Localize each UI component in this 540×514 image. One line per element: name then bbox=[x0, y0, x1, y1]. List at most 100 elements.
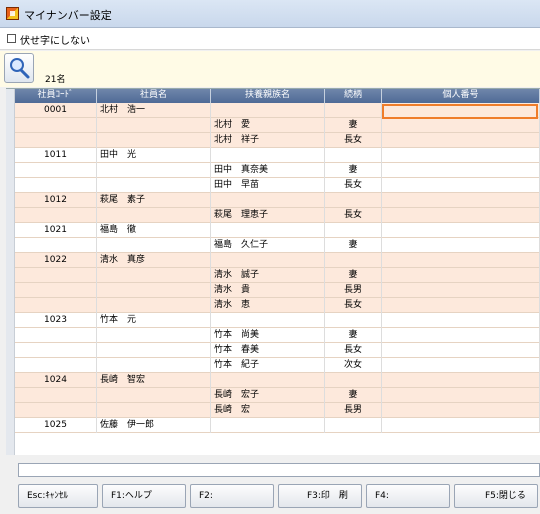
cell-dependent-name: 萩尾 理恵子 bbox=[211, 208, 325, 223]
cell-employee-name bbox=[97, 268, 211, 283]
table-row[interactable]: 1011 田中 光 bbox=[6, 148, 540, 163]
cell-my-number[interactable] bbox=[382, 403, 540, 418]
cell-employee-name: 竹本 元 bbox=[97, 313, 211, 328]
cell-dependent-name bbox=[211, 253, 325, 268]
table-row[interactable]: 竹本 紀子 次女 bbox=[6, 358, 540, 373]
header-employee-code[interactable]: 社員ｺｰﾄﾞ bbox=[15, 89, 97, 103]
cell-my-number[interactable] bbox=[382, 373, 540, 388]
cell-my-number[interactable] bbox=[382, 268, 540, 283]
cell-relation: 長女 bbox=[325, 298, 382, 313]
row-selector-gutter[interactable] bbox=[6, 89, 15, 455]
cell-employee-code bbox=[15, 358, 97, 373]
hide-checkbox[interactable] bbox=[7, 34, 16, 43]
f1-help-button[interactable]: F1:ヘルプ bbox=[102, 484, 186, 508]
table-row[interactable]: 萩尾 理恵子 長女 bbox=[6, 208, 540, 223]
cell-relation: 長男 bbox=[325, 403, 382, 418]
table-row[interactable]: 1025 佐藤 伊一郎 bbox=[6, 418, 540, 433]
cell-my-number[interactable] bbox=[382, 178, 540, 193]
cell-employee-name bbox=[97, 118, 211, 133]
hide-checkbox-label[interactable]: 伏せ字にしない bbox=[20, 32, 90, 47]
cell-employee-code bbox=[15, 403, 97, 418]
cell-my-number[interactable] bbox=[382, 163, 540, 178]
cell-employee-name: 萩尾 素子 bbox=[97, 193, 211, 208]
cell-relation bbox=[325, 313, 382, 328]
cell-my-number[interactable] bbox=[382, 253, 540, 268]
header-my-number[interactable]: 個人番号 bbox=[382, 89, 540, 103]
table-row[interactable]: 清水 貴長男 bbox=[6, 283, 540, 298]
status-field[interactable] bbox=[18, 463, 540, 477]
table-row[interactable]: 福島 久仁子妻 bbox=[6, 238, 540, 253]
cell-employee-code bbox=[15, 388, 97, 403]
table-row[interactable]: 1021 福島 徹 bbox=[6, 223, 540, 238]
cell-employee-name bbox=[97, 208, 211, 223]
table-row[interactable]: 1012 萩尾 素子 bbox=[6, 193, 540, 208]
window-title: マイナンバー設定 bbox=[24, 9, 112, 22]
cell-dependent-name: 長崎 宏子 bbox=[211, 388, 325, 403]
cell-my-number[interactable] bbox=[382, 343, 540, 358]
cell-dependent-name: 竹本 春美 bbox=[211, 343, 325, 358]
f3-print-button[interactable]: F3:印 刷 bbox=[278, 484, 362, 508]
search-button[interactable] bbox=[4, 53, 34, 83]
cell-my-number[interactable] bbox=[382, 328, 540, 343]
cell-employee-name: 田中 光 bbox=[97, 148, 211, 163]
header-dependent-name[interactable]: 扶養親族名 bbox=[211, 89, 325, 103]
cell-employee-code: 1025 bbox=[15, 418, 97, 433]
table-row[interactable]: 竹本 春美 長女 bbox=[6, 343, 540, 358]
cell-dependent-name bbox=[211, 373, 325, 388]
cell-dependent-name: 清水 貴 bbox=[211, 283, 325, 298]
cell-employee-code: 1021 bbox=[15, 223, 97, 238]
table-row[interactable]: 北村 祥子 長女 bbox=[6, 133, 540, 148]
table-row[interactable]: 北村 愛妻 bbox=[6, 118, 540, 133]
options-bar: 伏せ字にしない bbox=[0, 28, 540, 50]
cell-employee-code bbox=[15, 163, 97, 178]
cell-dependent-name: 田中 早苗 bbox=[211, 178, 325, 193]
cell-relation bbox=[325, 253, 382, 268]
cell-my-number[interactable] bbox=[382, 418, 540, 433]
cell-employee-name bbox=[97, 328, 211, 343]
cell-my-number[interactable] bbox=[382, 388, 540, 403]
table-row[interactable]: 清水 恵長女 bbox=[6, 298, 540, 313]
table-row[interactable]: 1024 長崎 智宏 bbox=[6, 373, 540, 388]
cell-dependent-name: 清水 恵 bbox=[211, 298, 325, 313]
cell-my-number[interactable] bbox=[382, 148, 540, 163]
table-row[interactable]: 長崎 宏子妻 bbox=[6, 388, 540, 403]
cell-employee-code: 0001 bbox=[15, 103, 97, 118]
cell-relation: 長男 bbox=[325, 283, 382, 298]
table-header: 社員ｺｰﾄﾞ 社員名 扶養親族名 続柄 個人番号 bbox=[6, 89, 540, 103]
f5-close-button[interactable]: F5:閉じる bbox=[454, 484, 538, 508]
header-relation[interactable]: 続柄 bbox=[325, 89, 382, 103]
cell-relation: 長女 bbox=[325, 208, 382, 223]
cell-relation bbox=[325, 373, 382, 388]
cell-dependent-name: 竹本 紀子 bbox=[211, 358, 325, 373]
table-row[interactable]: 1023 竹本 元 bbox=[6, 313, 540, 328]
cell-employee-code: 1011 bbox=[15, 148, 97, 163]
cell-my-number[interactable] bbox=[382, 283, 540, 298]
employee-count: 21名 bbox=[45, 75, 66, 85]
cell-employee-name bbox=[97, 133, 211, 148]
cell-my-number[interactable] bbox=[382, 313, 540, 328]
f2-button[interactable]: F2: bbox=[190, 484, 274, 508]
table-row[interactable]: 竹本 尚美妻 bbox=[6, 328, 540, 343]
header-employee-name[interactable]: 社員名 bbox=[97, 89, 211, 103]
cell-dependent-name bbox=[211, 193, 325, 208]
active-number-input[interactable] bbox=[382, 104, 538, 119]
cell-my-number[interactable] bbox=[382, 133, 540, 148]
cell-my-number[interactable] bbox=[382, 238, 540, 253]
cell-my-number[interactable] bbox=[382, 193, 540, 208]
table-row[interactable]: 田中 早苗 長女 bbox=[6, 178, 540, 193]
cell-relation: 妻 bbox=[325, 163, 382, 178]
esc-cancel-button[interactable]: Esc:ｷｬﾝｾﾙ bbox=[18, 484, 98, 508]
cell-employee-code bbox=[15, 208, 97, 223]
table-row[interactable]: 1022 清水 真彦 bbox=[6, 253, 540, 268]
f4-button[interactable]: F4: bbox=[366, 484, 450, 508]
cell-employee-code: 1012 bbox=[15, 193, 97, 208]
cell-my-number[interactable] bbox=[382, 298, 540, 313]
table-row[interactable]: 長崎 宏長男 bbox=[6, 403, 540, 418]
cell-my-number[interactable] bbox=[382, 208, 540, 223]
cell-my-number[interactable] bbox=[382, 358, 540, 373]
table-row[interactable]: 田中 真奈美妻 bbox=[6, 163, 540, 178]
cell-dependent-name bbox=[211, 313, 325, 328]
cell-my-number[interactable] bbox=[382, 223, 540, 238]
table-row[interactable]: 清水 誠子妻 bbox=[6, 268, 540, 283]
cell-my-number[interactable] bbox=[382, 118, 540, 133]
